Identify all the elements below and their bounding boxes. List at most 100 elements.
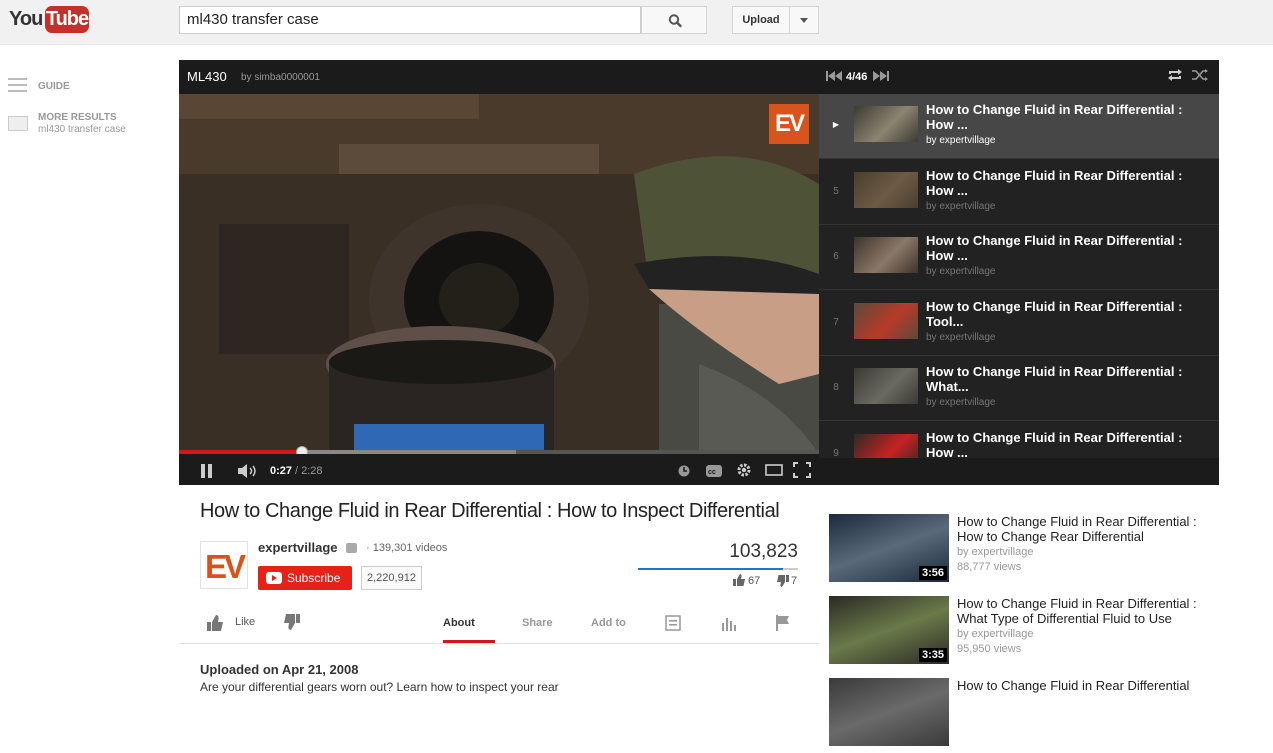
dislike-count: 7 — [791, 575, 798, 587]
playlist-position: 4/46 — [846, 71, 868, 83]
upload-button[interactable]: Upload — [732, 6, 790, 34]
playlist-item[interactable]: 6 How to Change Fluid in Rear Differentia… — [819, 225, 1219, 290]
pause-icon[interactable] — [200, 464, 214, 478]
more-results-link[interactable]: MORE RESULTS ml430 transfer case — [8, 112, 168, 138]
theater-mode-icon[interactable] — [765, 464, 783, 476]
playlist-item-number: 9 — [833, 447, 839, 459]
action-bar: Like About Share Add to — [179, 600, 819, 644]
menu-icon — [8, 78, 27, 92]
playlist-item[interactable]: 7 How to Change Fluid in Rear Differentia… — [819, 291, 1219, 356]
playlist-panel: 4/46 ▶ How to Change Fluid in Rear Differ… — [819, 60, 1219, 458]
channel-avatar[interactable]: EV — [200, 541, 248, 589]
fullscreen-icon[interactable] — [793, 462, 811, 478]
related-video-title[interactable]: How to Change Fluid in Rear Differential — [957, 678, 1219, 693]
video-frame[interactable]: EV — [179, 94, 819, 454]
tab-share[interactable]: Share — [522, 617, 553, 629]
next-icon[interactable] — [873, 71, 889, 81]
like-ratio-fill — [638, 568, 783, 570]
video-duration: 3:56 — [918, 566, 947, 580]
thumbs-up-icon — [733, 574, 745, 586]
subscribe-label: Subscribe — [287, 571, 341, 585]
playlist-item[interactable]: ▶ How to Change Fluid in Rear Differentia… — [819, 94, 1219, 159]
subscribe-button[interactable]: Subscribe — [258, 566, 352, 590]
related-video-views: 88,777 views — [957, 561, 1022, 573]
playlist-item-thumbnail — [854, 171, 918, 208]
watch-later-icon[interactable] — [677, 464, 691, 478]
video-player: ML430 by simba0000001 EV 0:27 / 2:28 cc … — [179, 60, 1219, 485]
loop-icon[interactable] — [1167, 69, 1183, 81]
search-icon — [668, 14, 682, 28]
playlist-header: 4/46 — [819, 60, 1219, 94]
playlist-item-owner: by expertvillage — [926, 200, 996, 212]
time-total: / 2:28 — [295, 465, 323, 477]
time-current: 0:27 — [270, 465, 293, 477]
transcript-icon[interactable] — [665, 615, 681, 631]
related-video-thumbnail[interactable]: 3:35 — [829, 596, 949, 664]
playlist-item-owner: by expertvillage — [926, 331, 996, 343]
related-video-thumbnail[interactable] — [829, 678, 949, 746]
playlist-item-title: How to Change Fluid in Rear Differential… — [926, 233, 1183, 263]
previous-icon[interactable] — [826, 71, 842, 81]
more-results-query: ml430 transfer case — [38, 124, 126, 135]
youtube-play-icon — [266, 572, 282, 584]
playlist-item-number: 8 — [833, 382, 839, 393]
playlist-title[interactable]: ML430 — [187, 69, 227, 84]
related-video-item[interactable]: How to Change Fluid in Rear Differential — [829, 678, 1229, 753]
shuffle-icon[interactable] — [1192, 69, 1208, 81]
tab-about[interactable]: About — [443, 617, 475, 629]
related-video-title[interactable]: How to Change Fluid in Rear Differential… — [957, 596, 1219, 626]
player-controls: 0:27 / 2:28 cc — [179, 454, 819, 485]
flag-icon[interactable] — [775, 615, 791, 631]
related-video-item[interactable]: 3:56 How to Change Fluid in Rear Differen… — [829, 514, 1229, 589]
more-results-label: MORE RESULTS — [38, 112, 117, 123]
playlist-owner[interactable]: by simba0000001 — [241, 72, 320, 83]
captions-icon[interactable]: cc — [706, 465, 722, 477]
stats-icon[interactable] — [720, 615, 736, 631]
channel-name[interactable]: expertvillage — [258, 540, 338, 555]
playlist-item-title: How to Change Fluid in Rear Differential… — [926, 298, 1183, 329]
like-label: Like — [235, 616, 256, 628]
playlist-item-thumbnail — [854, 302, 918, 339]
playlist-item[interactable]: 9 How to Change Fluid in Rear Differentia… — [819, 422, 1219, 459]
video-description: Are your differential gears worn out? Le… — [200, 680, 559, 694]
svg-text:cc: cc — [708, 469, 716, 476]
thumbs-down-icon — [777, 575, 789, 587]
search-input[interactable]: ml430 transfer case — [179, 6, 641, 34]
playlist-item-thumbnail — [854, 368, 918, 404]
video-still — [179, 94, 819, 454]
verified-icon — [346, 543, 357, 553]
playlist-item-title: How to Change Fluid in Rear Differential… — [926, 102, 1183, 132]
more-icon — [8, 116, 28, 131]
playlist-item-number: 7 — [833, 316, 839, 328]
related-video-title[interactable]: How to Change Fluid in Rear Differential… — [957, 514, 1219, 544]
related-video-owner: by expertvillage — [957, 546, 1034, 558]
view-count: 103,823 — [729, 541, 798, 562]
logo-you-text: You — [9, 8, 43, 30]
ev-logo: EV — [204, 548, 246, 585]
playlist-item-owner: by expertvillage — [926, 397, 996, 408]
video-title: How to Change Fluid in Rear Differential… — [200, 500, 780, 522]
playlist-item[interactable]: 8 How to Change Fluid in Rear Differentia… — [819, 356, 1219, 421]
logo-tube-text: Tube — [45, 6, 89, 33]
upload-menu-button[interactable] — [789, 6, 819, 34]
related-video-views: 95,950 views — [957, 643, 1022, 655]
related-video-item[interactable]: 3:35 How to Change Fluid in Rear Differen… — [829, 596, 1229, 671]
playlist-item-number: 5 — [833, 185, 839, 197]
channel-video-count[interactable]: · 139,301 videos — [366, 542, 447, 554]
like-button[interactable]: Like — [207, 613, 267, 633]
settings-gear-icon[interactable] — [736, 462, 752, 478]
thumbs-up-icon — [207, 615, 223, 631]
tab-add-to[interactable]: Add to — [591, 617, 626, 629]
volume-icon[interactable] — [238, 464, 260, 478]
upload-date: Uploaded on Apr 21, 2008 — [200, 662, 359, 677]
video-duration: 3:35 — [918, 648, 947, 662]
like-ratio-bar — [638, 568, 798, 570]
playlist-items: ▶ How to Change Fluid in Rear Differentia… — [819, 94, 1219, 458]
playlist-item[interactable]: 5 How to Change Fluid in Rear Differentia… — [819, 160, 1219, 225]
search-button[interactable] — [641, 6, 707, 34]
dislike-button[interactable] — [284, 614, 300, 630]
playlist-item-thumbnail — [854, 433, 918, 458]
related-video-thumbnail[interactable]: 3:56 — [829, 514, 949, 582]
playlist-item-number: 6 — [833, 251, 839, 262]
guide-button[interactable]: GUIDE — [8, 76, 128, 96]
